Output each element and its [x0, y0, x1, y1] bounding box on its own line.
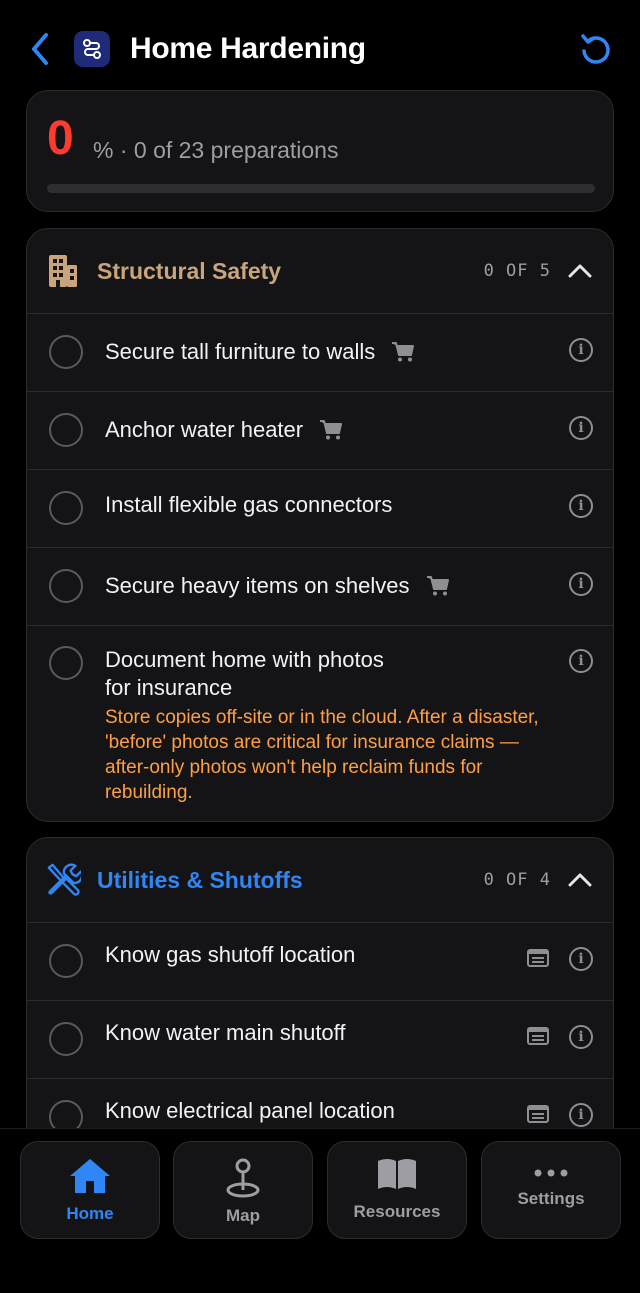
progress-bar [47, 184, 595, 193]
info-icon[interactable]: i [569, 649, 593, 673]
info-icon[interactable]: i [569, 572, 593, 596]
item-label: Document home with photos [105, 647, 384, 672]
document-icon[interactable] [527, 1027, 549, 1045]
list-item[interactable]: Document home with photos for insurance … [27, 626, 613, 821]
list-item[interactable]: Secure heavy items on shelves i [27, 548, 613, 626]
section-header[interactable]: Utilities & Shutoffs 0 OF 4 [27, 838, 613, 923]
list-item[interactable]: Secure tall furniture to walls i [27, 314, 613, 392]
book-icon [328, 1154, 466, 1194]
chevron-up-icon[interactable] [567, 259, 593, 283]
checkbox[interactable] [49, 335, 83, 369]
info-icon[interactable]: i [569, 416, 593, 440]
item-label: Anchor water heater [105, 417, 304, 442]
info-icon[interactable]: i [569, 1103, 593, 1127]
document-icon[interactable] [527, 949, 549, 967]
tab-bar: Home Map Resources Settings [0, 1128, 640, 1293]
tab-resources[interactable]: Resources [327, 1141, 467, 1239]
tab-label: Map [226, 1206, 260, 1225]
progress-card: 0 % · 0 of 23 preparations [26, 90, 614, 212]
reset-icon [581, 34, 610, 64]
list-item[interactable]: Know gas shutoff location i [27, 923, 613, 1001]
section-utilities-shutoffs: Utilities & Shutoffs 0 OF 4 Know gas shu… [26, 837, 614, 1157]
section-structural-safety: Structural Safety 0 OF 5 Secure tall fur… [26, 228, 614, 822]
map-pin-icon [174, 1158, 312, 1198]
back-button[interactable] [26, 30, 54, 68]
checkbox[interactable] [49, 413, 83, 447]
list-item[interactable]: Install flexible gas connectors i [27, 470, 613, 548]
checkbox[interactable] [49, 944, 83, 978]
chevron-left-icon [32, 33, 48, 65]
progress-percent: 0 [47, 112, 74, 165]
info-icon[interactable]: i [569, 338, 593, 362]
route-icon [74, 31, 110, 67]
section-header[interactable]: Structural Safety 0 OF 5 [27, 229, 613, 314]
item-label: Know electrical panel location [105, 1098, 395, 1123]
document-icon[interactable] [527, 1105, 549, 1123]
house-icon [21, 1156, 159, 1196]
checkbox[interactable] [49, 646, 83, 680]
more-dots-icon [482, 1158, 620, 1188]
item-label: Know water main shutoff [105, 1020, 346, 1045]
item-label-line2: for insurance [105, 675, 233, 700]
tab-map[interactable]: Map [173, 1141, 313, 1239]
cart-icon [391, 341, 415, 363]
item-label: Secure tall furniture to walls [105, 339, 376, 364]
tools-icon [45, 862, 81, 898]
section-title: Structural Safety [97, 258, 282, 284]
page-title: Home Hardening [130, 32, 366, 65]
section-count: 0 OF 4 [483, 870, 551, 890]
tab-label: Settings [517, 1189, 585, 1208]
tab-settings[interactable]: Settings [481, 1141, 621, 1239]
item-label: Secure heavy items on shelves [105, 573, 410, 598]
header: Home Hardening [0, 0, 640, 92]
item-label: Install flexible gas connectors [105, 492, 393, 517]
tab-home[interactable]: Home [20, 1141, 160, 1239]
checkbox[interactable] [49, 1022, 83, 1056]
item-note: Store copies off-site or in the cloud. A… [105, 707, 539, 803]
section-title: Utilities & Shutoffs [97, 867, 303, 893]
info-icon[interactable]: i [569, 494, 593, 518]
section-count: 0 OF 5 [483, 261, 551, 281]
checkbox[interactable] [49, 491, 83, 525]
tab-label: Home [66, 1204, 114, 1223]
progress-summary: % · 0 of 23 preparations [93, 137, 339, 163]
info-icon[interactable]: i [569, 947, 593, 971]
cart-icon [319, 419, 343, 441]
info-icon[interactable]: i [569, 1025, 593, 1049]
chevron-up-icon[interactable] [567, 868, 593, 892]
reset-button[interactable] [578, 31, 612, 67]
list-item[interactable]: Know water main shutoff i [27, 1001, 613, 1079]
list-item[interactable]: Anchor water heater i [27, 392, 613, 470]
cart-icon [426, 575, 450, 597]
tab-label: Resources [353, 1202, 441, 1221]
checkbox[interactable] [49, 569, 83, 603]
building-icon [45, 253, 81, 289]
item-label: Know gas shutoff location [105, 942, 356, 967]
